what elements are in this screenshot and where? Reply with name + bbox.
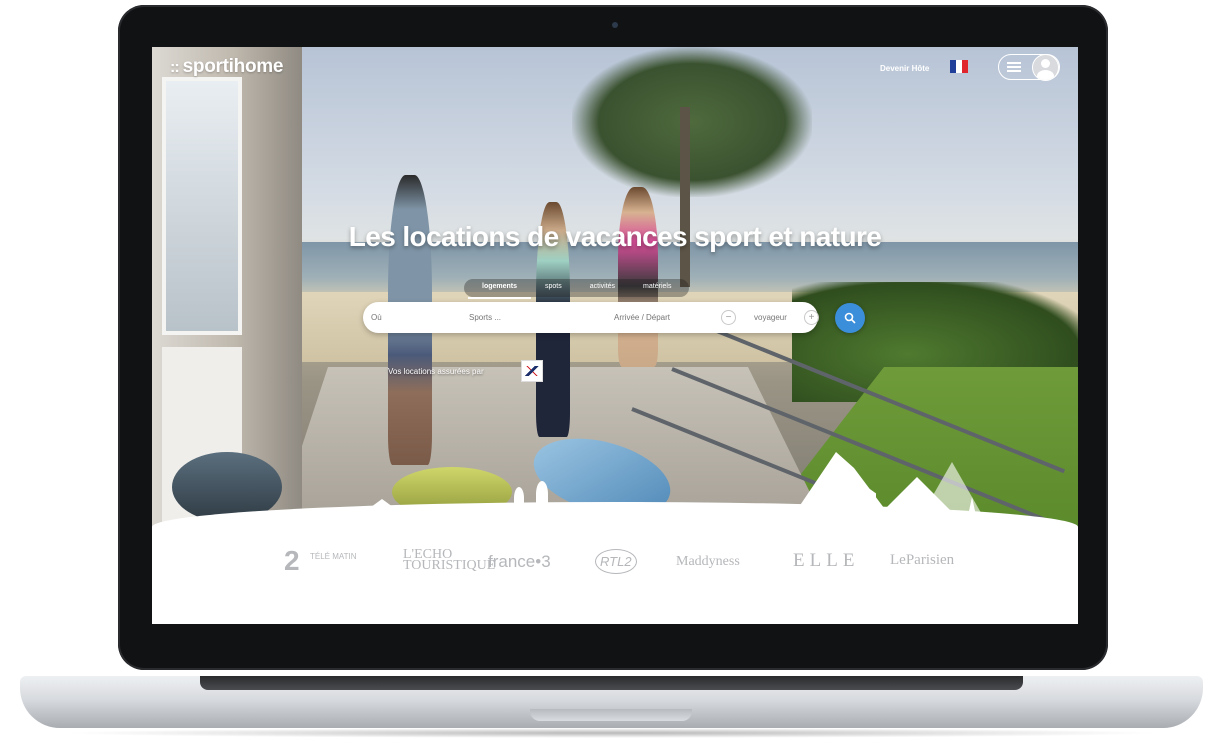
sportihome-logo[interactable]: :: sportihome [170,56,283,78]
dates-input[interactable] [614,302,702,333]
tab-logements[interactable]: logements [468,279,532,299]
laptop-notch [530,709,692,721]
smile-logo-icon: :: [170,59,180,76]
illustration-tree [514,487,524,509]
tab-activites[interactable]: activités [576,279,629,297]
hamburger-icon [1007,62,1021,72]
hero-headline: Les locations de vacances sport et natur… [348,221,882,252]
laptop-hinge [200,676,1023,690]
le-parisien-logo: LeParisien [890,552,955,568]
telematin-logo: TÉLÉ MATIN [310,552,357,561]
hero-house-window [162,77,242,335]
sports-input[interactable] [469,302,579,333]
search-category-tabs: logements spots activités matériels [464,279,690,299]
search-icon [844,312,856,324]
become-host-link[interactable]: Devenir Hôte [880,64,929,73]
hero-tree-trunk [680,107,690,287]
hero-person [618,187,658,367]
hero-tree [572,47,812,197]
search-bar: − voyageur + [363,302,819,333]
avatar-icon [1032,54,1059,81]
laptop-shadow [60,728,1163,738]
logo-text: sportihome [182,56,284,77]
search-button[interactable] [835,303,865,333]
france3-logo: france•3 [488,552,551,571]
illustration-tree [536,481,548,507]
rtl2-logo: RTL2 [595,549,637,574]
tab-spots[interactable]: spots [531,279,576,297]
maddyness-logo: Maddyness [676,554,740,569]
axa-logo-icon [521,360,543,382]
increase-travelers-button[interactable]: + [804,310,819,325]
user-menu-button[interactable] [998,54,1060,81]
flag-stripe-red [962,60,968,73]
camera-icon [612,22,618,28]
press-logos-bar: 2 TÉLÉ MATIN L'ECHO TOURISTIQUE france•3… [152,532,1078,592]
browser-screen: :: sportihome Devenir Hôte Les locations … [152,47,1078,624]
french-flag-icon[interactable] [950,60,968,73]
insurance-text: Vos locations assurées par [388,367,484,376]
travelers-label: voyageur [754,313,787,322]
decrease-travelers-button[interactable]: − [721,310,736,325]
where-input[interactable] [371,302,461,333]
echo-touristique-logo: L'ECHO TOURISTIQUE [403,547,496,573]
tab-materiels[interactable]: matériels [629,279,685,297]
telematin-logo-icon: 2 [284,545,300,576]
elle-logo: ELLE [793,550,860,571]
